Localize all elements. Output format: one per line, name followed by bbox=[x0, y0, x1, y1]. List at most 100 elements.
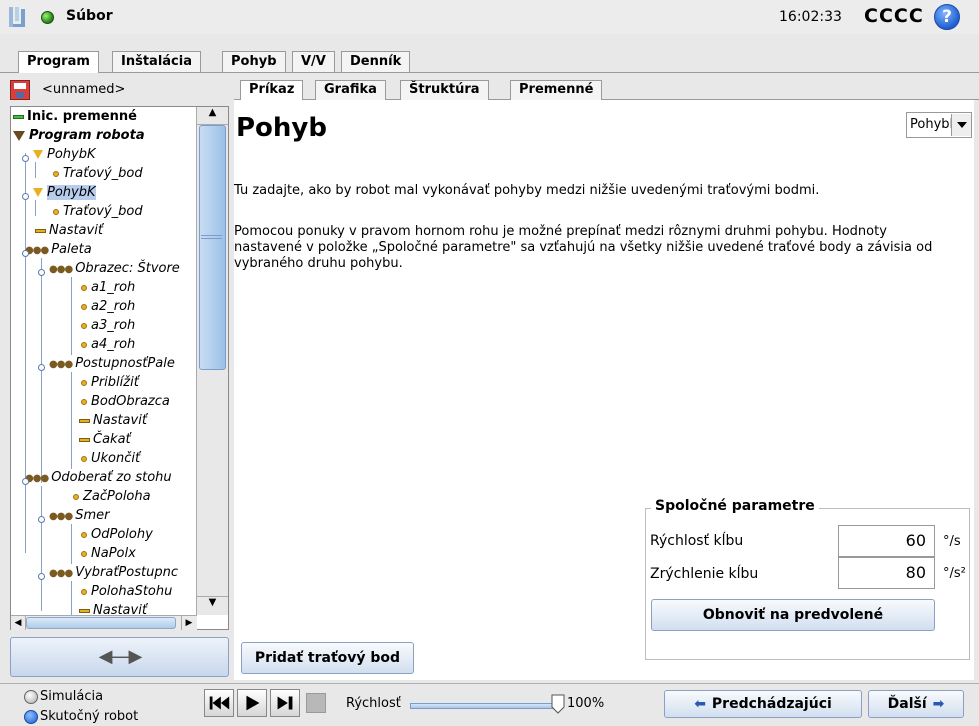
save-icon[interactable] bbox=[10, 80, 30, 100]
next-button[interactable]: Ďalší ➡ bbox=[868, 690, 964, 718]
tree-item-set-2[interactable]: Nastaviť bbox=[73, 411, 147, 430]
step-icon[interactable] bbox=[270, 689, 300, 717]
tree-item-stack-pos[interactable]: PolohaStohu bbox=[73, 582, 172, 601]
sequence-icon: ●●● bbox=[49, 359, 73, 370]
move-icon bbox=[33, 150, 43, 159]
waypoint-icon bbox=[81, 379, 87, 386]
program-name: <unnamed> bbox=[42, 82, 126, 97]
chevron-down-icon[interactable] bbox=[951, 114, 971, 136]
joint-accel-label: Zrýchlenie kĺbu bbox=[650, 566, 759, 582]
expand-toggle[interactable] bbox=[22, 250, 29, 257]
tab-variables[interactable]: Premenné bbox=[510, 80, 603, 100]
tree-item-movej-1[interactable]: PohybK bbox=[21, 145, 96, 164]
tab-structure[interactable]: Štruktúra bbox=[400, 80, 489, 100]
rewind-icon[interactable] bbox=[204, 689, 234, 717]
pattern-icon: ●●● bbox=[49, 264, 73, 275]
expand-toggle[interactable] bbox=[38, 269, 45, 276]
wait-icon bbox=[79, 437, 90, 442]
tree-item-exit[interactable]: Ukončiť bbox=[73, 449, 140, 468]
tree-item-start-pos[interactable]: ZačPoloha bbox=[73, 487, 151, 506]
tab-io[interactable]: V/V bbox=[292, 51, 335, 72]
waypoint-icon bbox=[73, 493, 79, 500]
help-button[interactable]: ? bbox=[934, 4, 960, 30]
clock: 16:02:33 bbox=[779, 9, 842, 25]
pallet-icon: ●●● bbox=[25, 245, 49, 256]
expand-toggle[interactable] bbox=[22, 478, 29, 485]
tab-program[interactable]: Program bbox=[18, 51, 99, 73]
tree-item-destack[interactable]: ●●● Odoberať zo stohu bbox=[21, 468, 172, 487]
tree-item-a4[interactable]: a4_roh bbox=[73, 335, 135, 354]
tab-log[interactable]: Denník bbox=[341, 51, 411, 72]
reset-defaults-button[interactable]: Obnoviť na predvolené bbox=[651, 599, 935, 631]
joint-accel-field[interactable]: 80 bbox=[838, 557, 935, 589]
tree-item-robot-program[interactable]: Program robota bbox=[13, 126, 145, 145]
waypoint-icon bbox=[53, 208, 59, 215]
set-icon bbox=[35, 228, 46, 233]
previous-button[interactable]: ⬅ Predchádzajúci bbox=[664, 690, 862, 718]
speed-percent: 100% bbox=[567, 696, 605, 711]
tree-item-waypoint-2[interactable]: Traťový_bod bbox=[41, 202, 143, 221]
tree-item-to-pos[interactable]: NaPolx bbox=[73, 544, 136, 563]
tree-item-pattern-point[interactable]: BodObrazca bbox=[73, 392, 170, 411]
move-type-select[interactable]: PohybK bbox=[906, 112, 972, 138]
waypoint-icon bbox=[81, 588, 87, 595]
bar-green-icon bbox=[13, 114, 24, 119]
bottom-divider bbox=[0, 683, 979, 684]
speed-slider[interactable] bbox=[410, 703, 562, 709]
double-arrow-icon: ◀----▶ bbox=[98, 646, 143, 667]
tree-item-waypoint-1[interactable]: Traťový_bod bbox=[41, 164, 143, 183]
tab-installation[interactable]: Inštalácia bbox=[112, 51, 201, 72]
move-icon bbox=[33, 188, 43, 197]
expand-toggle[interactable] bbox=[22, 193, 29, 200]
resize-panel-button[interactable]: ◀----▶ bbox=[10, 637, 229, 677]
tree-item-wait[interactable]: Čakať bbox=[73, 430, 131, 449]
sequence-icon: ●●● bbox=[49, 568, 73, 579]
stop-icon[interactable] bbox=[306, 693, 326, 713]
tree-item-movej-2[interactable]: PohybK bbox=[21, 183, 96, 202]
robot-name: CCCC bbox=[864, 5, 924, 27]
tree-item-pattern[interactable]: ●●● Obrazec: Štvore bbox=[41, 259, 180, 278]
tree-item-init-vars[interactable]: Inic. premenné bbox=[13, 107, 137, 126]
tree-vertical-scrollbar[interactable]: ▲ ▼ bbox=[196, 107, 228, 615]
waypoint-icon bbox=[81, 531, 87, 538]
tree-horizontal-scrollbar[interactable]: ◀ ▶ bbox=[11, 615, 197, 630]
scroll-right-icon[interactable]: ▶ bbox=[181, 616, 196, 630]
scroll-down-icon[interactable]: ▼ bbox=[197, 596, 228, 614]
tree-item-approach[interactable]: Priblížiť bbox=[73, 373, 139, 392]
tab-graphics[interactable]: Grafika bbox=[315, 80, 386, 100]
slider-handle-icon[interactable] bbox=[550, 694, 566, 714]
add-waypoint-button[interactable]: Pridať traťový bod bbox=[241, 642, 414, 674]
tree-item-pallet[interactable]: ●●● Paleta bbox=[21, 240, 92, 259]
waypoint-icon bbox=[81, 303, 87, 310]
tab-move[interactable]: Pohyb bbox=[222, 51, 286, 72]
tree-item-pallet-sequence[interactable]: ●●● PostupnosťPale bbox=[41, 354, 175, 373]
expand-toggle[interactable] bbox=[38, 573, 45, 580]
waypoint-icon bbox=[81, 341, 87, 348]
play-icon[interactable] bbox=[237, 689, 267, 717]
set-icon bbox=[79, 608, 90, 613]
scroll-left-icon[interactable]: ◀ bbox=[11, 616, 26, 630]
tree-item-a3[interactable]: a3_roh bbox=[73, 316, 135, 335]
expand-toggle[interactable] bbox=[38, 364, 45, 371]
page-title: Pohyb bbox=[236, 113, 327, 143]
robot-status-icon bbox=[41, 11, 54, 24]
tree-item-set-1[interactable]: Nastaviť bbox=[25, 221, 103, 240]
joint-speed-field[interactable]: 60 bbox=[838, 525, 935, 557]
tree-item-a2[interactable]: a2_roh bbox=[73, 297, 135, 316]
tree-item-direction[interactable]: ●●● Smer bbox=[41, 506, 109, 525]
tree-item-pick-sequence[interactable]: ●●● VybraťPostupnc bbox=[41, 563, 178, 582]
scroll-thumb[interactable] bbox=[26, 617, 176, 629]
waypoint-icon bbox=[81, 398, 87, 405]
waypoint-icon bbox=[81, 550, 87, 557]
scroll-thumb[interactable] bbox=[199, 125, 226, 370]
tree-item-a1[interactable]: a1_roh bbox=[73, 278, 135, 297]
expand-toggle[interactable] bbox=[22, 155, 29, 162]
tab-command[interactable]: Príkaz bbox=[240, 80, 304, 100]
expand-toggle[interactable] bbox=[38, 516, 45, 523]
scroll-up-icon[interactable]: ▲ bbox=[197, 107, 228, 125]
tree-item-from-pos[interactable]: OdPolohy bbox=[73, 525, 153, 544]
simulation-radio[interactable] bbox=[24, 690, 38, 704]
file-menu[interactable]: Súbor bbox=[66, 8, 113, 24]
direction-icon: ●●● bbox=[49, 511, 73, 522]
real-robot-radio[interactable] bbox=[24, 710, 38, 724]
